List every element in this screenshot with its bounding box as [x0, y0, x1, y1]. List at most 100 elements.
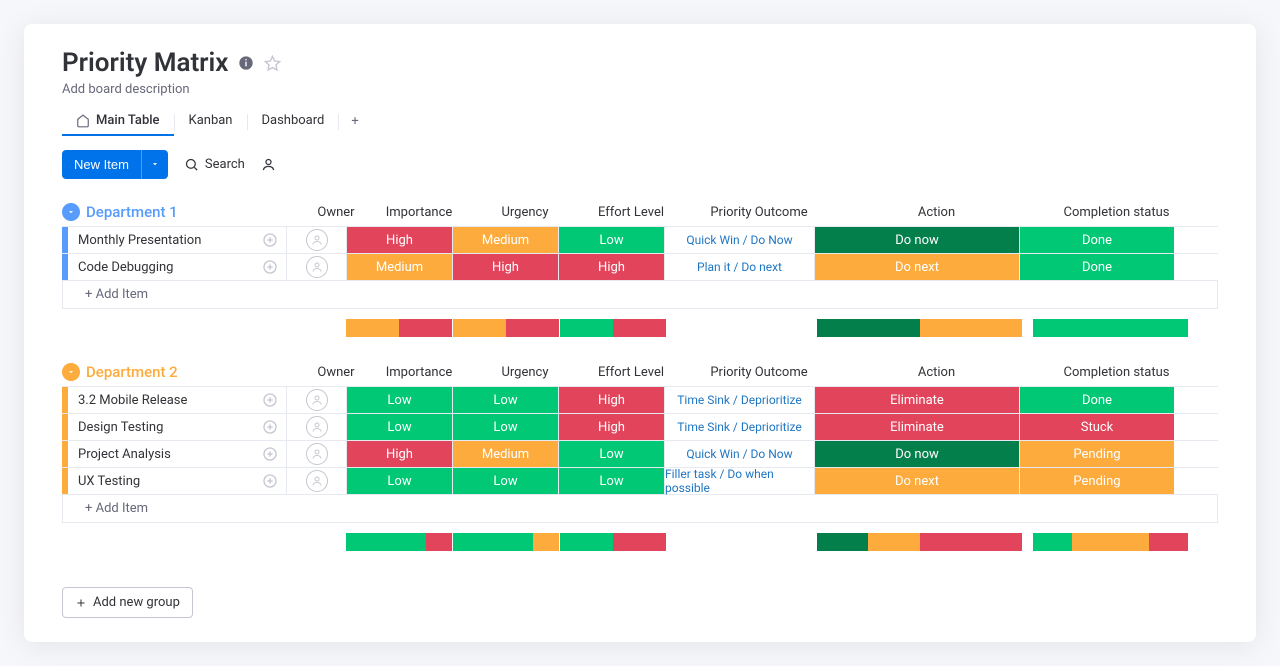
col-owner: Owner: [306, 365, 366, 380]
expand-icon[interactable]: [262, 446, 278, 462]
effort-cell[interactable]: Low: [558, 468, 664, 494]
new-item-button[interactable]: New Item: [62, 150, 168, 179]
table-row[interactable]: Code DebuggingMediumHighHighPlan it / Do…: [62, 253, 1218, 281]
importance-cell[interactable]: High: [346, 441, 452, 467]
item-name[interactable]: 3.2 Mobile Release: [68, 387, 286, 413]
urgency-cell[interactable]: Medium: [452, 227, 558, 253]
priority-outcome-cell[interactable]: Quick Win / Do Now: [664, 441, 814, 467]
table-row[interactable]: Monthly Presentation HighMediumLowQuick W…: [62, 226, 1218, 254]
urgency-cell[interactable]: Low: [452, 468, 558, 494]
priority-outcome-cell[interactable]: Filler task / Do when possible: [664, 468, 814, 494]
new-item-main[interactable]: New Item: [62, 150, 141, 179]
expand-icon[interactable]: [262, 419, 278, 435]
importance-cell[interactable]: High: [346, 227, 452, 253]
col-effort: Effort Level: [578, 365, 684, 380]
item-name[interactable]: Design Testing: [68, 414, 286, 440]
expand-icon[interactable]: [262, 232, 278, 248]
effort-cell[interactable]: Low: [558, 227, 664, 253]
completion-cell[interactable]: Stuck: [1019, 414, 1174, 440]
importance-cell[interactable]: Medium: [346, 254, 452, 280]
completion-cell[interactable]: Done: [1019, 387, 1174, 413]
person-icon: [306, 256, 328, 278]
tab-dashboard[interactable]: Dashboard: [248, 107, 339, 136]
item-name[interactable]: Code Debugging: [68, 254, 286, 280]
col-importance: Importance: [366, 365, 472, 380]
col-completion: Completion status: [1039, 365, 1194, 380]
table-row[interactable]: Project Analysis HighMediumLowQuick Win /…: [62, 440, 1218, 468]
action-cell[interactable]: Eliminate: [814, 387, 1019, 413]
table-row[interactable]: Design TestingLowLowHighTime Sink / Depr…: [62, 413, 1218, 441]
owner-cell[interactable]: [286, 468, 346, 494]
importance-cell[interactable]: Low: [346, 387, 452, 413]
col-priority-outcome: Priority Outcome: [684, 365, 834, 380]
group-collapse-icon[interactable]: [62, 363, 80, 381]
action-cell[interactable]: Do next: [814, 254, 1019, 280]
tab-main-table[interactable]: Main Table: [62, 107, 174, 136]
effort-cell[interactable]: Low: [558, 441, 664, 467]
owner-cell[interactable]: [286, 254, 346, 280]
col-action: Action: [834, 205, 1039, 220]
priority-outcome-cell[interactable]: Time Sink / Deprioritize: [664, 387, 814, 413]
table-row[interactable]: 3.2 Mobile ReleaseLowLowHighTime Sink / …: [62, 386, 1218, 414]
effort-cell[interactable]: High: [558, 387, 664, 413]
person-icon: [306, 389, 328, 411]
info-icon[interactable]: [238, 55, 254, 71]
completion-cell[interactable]: Pending: [1019, 468, 1174, 494]
urgency-cell[interactable]: Low: [452, 414, 558, 440]
col-action: Action: [834, 365, 1039, 380]
summary-bar: [817, 533, 1022, 551]
item-name[interactable]: Project Analysis: [68, 441, 286, 467]
urgency-cell[interactable]: Medium: [452, 441, 558, 467]
star-icon[interactable]: [264, 55, 281, 72]
group-collapse-icon[interactable]: [62, 203, 80, 221]
summary-bar: [817, 319, 1022, 337]
importance-cell[interactable]: Low: [346, 468, 452, 494]
action-cell[interactable]: Eliminate: [814, 414, 1019, 440]
completion-cell[interactable]: Pending: [1019, 441, 1174, 467]
table-row[interactable]: UX TestingLowLowLowFiller task / Do when…: [62, 467, 1218, 495]
add-group-button[interactable]: Add new group: [62, 587, 193, 618]
completion-cell[interactable]: Done: [1019, 227, 1174, 253]
person-filter-icon[interactable]: [261, 157, 276, 172]
owner-cell[interactable]: [286, 441, 346, 467]
new-item-dropdown[interactable]: [141, 150, 168, 179]
urgency-cell[interactable]: Low: [452, 387, 558, 413]
expand-icon[interactable]: [262, 392, 278, 408]
completion-cell[interactable]: Done: [1019, 254, 1174, 280]
priority-outcome-cell[interactable]: Plan it / Do next: [664, 254, 814, 280]
effort-cell[interactable]: High: [558, 254, 664, 280]
summary-bar: [346, 319, 452, 337]
add-item-row[interactable]: + Add Item: [62, 495, 1218, 523]
summary-bar: [560, 319, 666, 337]
col-completion: Completion status: [1039, 205, 1194, 220]
search-button[interactable]: Search: [184, 157, 245, 172]
expand-icon[interactable]: [262, 259, 278, 275]
effort-cell[interactable]: High: [558, 414, 664, 440]
importance-cell[interactable]: Low: [346, 414, 452, 440]
search-label: Search: [205, 157, 245, 172]
priority-outcome-cell[interactable]: Time Sink / Deprioritize: [664, 414, 814, 440]
summary-bar: [1033, 533, 1188, 551]
person-icon: [306, 443, 328, 465]
col-effort: Effort Level: [578, 205, 684, 220]
action-cell[interactable]: Do now: [814, 227, 1019, 253]
owner-cell[interactable]: [286, 227, 346, 253]
person-icon: [306, 229, 328, 251]
expand-icon[interactable]: [262, 473, 278, 489]
action-cell[interactable]: Do next: [814, 468, 1019, 494]
summary-bar: [453, 533, 559, 551]
urgency-cell[interactable]: High: [452, 254, 558, 280]
action-cell[interactable]: Do now: [814, 441, 1019, 467]
owner-cell[interactable]: [286, 387, 346, 413]
summary-bar: [346, 533, 452, 551]
priority-outcome-cell[interactable]: Quick Win / Do Now: [664, 227, 814, 253]
item-name[interactable]: Monthly Presentation: [68, 227, 286, 253]
group-title[interactable]: Department 2: [86, 363, 306, 381]
item-name[interactable]: UX Testing: [68, 468, 286, 494]
owner-cell[interactable]: [286, 414, 346, 440]
tab-kanban[interactable]: Kanban: [175, 107, 247, 136]
board-description[interactable]: Add board description: [62, 82, 1218, 97]
add-tab-button[interactable]: +: [339, 108, 370, 135]
add-item-row[interactable]: + Add Item: [62, 281, 1218, 309]
group-title[interactable]: Department 1: [86, 203, 306, 221]
